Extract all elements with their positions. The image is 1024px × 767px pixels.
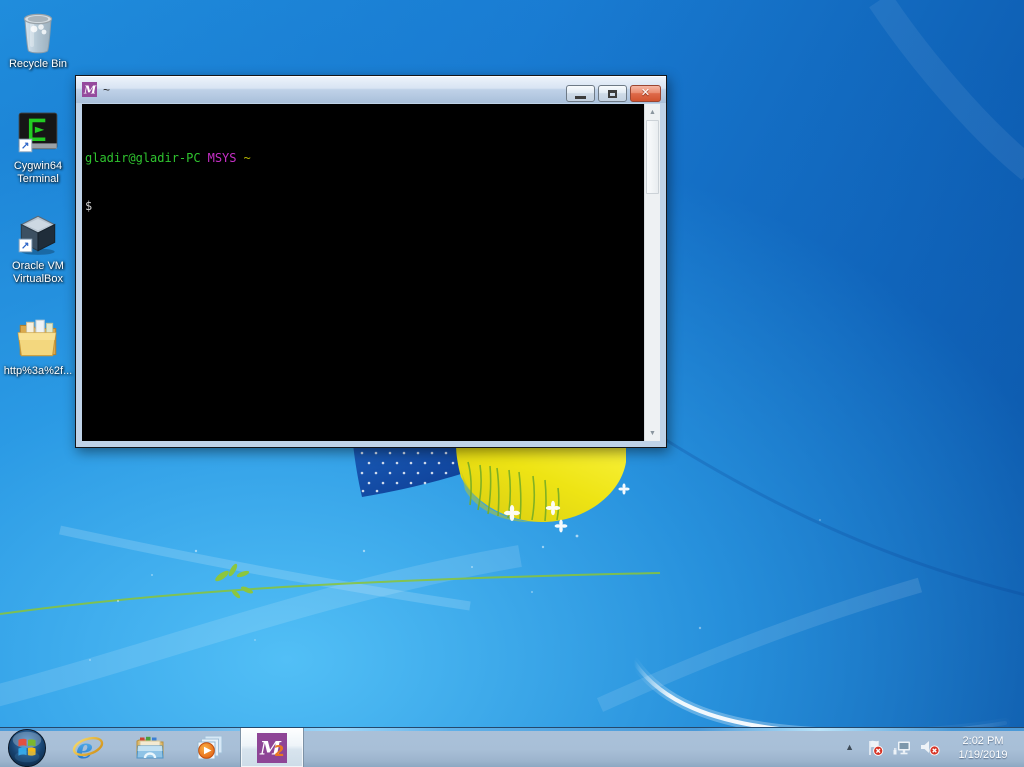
- svg-text:↗: ↗: [21, 141, 30, 153]
- internet-explorer-icon: e: [72, 734, 104, 763]
- taskbar-internet-explorer-button[interactable]: e: [66, 728, 110, 767]
- show-hidden-icons-button[interactable]: ▲: [841, 740, 858, 755]
- svg-text:↗: ↗: [21, 241, 30, 253]
- desktop-icon-label: Oracle VM: [12, 260, 64, 272]
- terminal-prompt-line: gladir@gladir-PC MSYS ~: [85, 150, 642, 166]
- system-tray: ▲ 2:02 PM 1/19/2019: [841, 728, 1018, 767]
- volume-button[interactable]: [919, 739, 940, 756]
- terminal-scrollbar[interactable]: ▲ ▼: [644, 104, 660, 441]
- virtualbox-icon: ↗: [14, 210, 62, 258]
- maximize-button[interactable]: [598, 85, 627, 102]
- windows-logo-icon: [7, 728, 47, 767]
- desktop: Recycle Bin ↗ Cygwin64 Terminal ↗ Oracle…: [0, 0, 1024, 767]
- msys2-icon: M 2: [257, 732, 287, 763]
- minimize-button[interactable]: [566, 85, 595, 102]
- network-icon: [893, 741, 910, 755]
- desktop-icon-label: Cygwin64: [13, 160, 63, 172]
- scrollbar-thumb[interactable]: [646, 120, 659, 194]
- desktop-icon-recycle-bin[interactable]: Recycle Bin: [0, 6, 76, 71]
- desktop-icon-label: Recycle Bin: [8, 58, 68, 70]
- tray-date: 1/19/2019: [958, 748, 1008, 761]
- svg-text:M: M: [83, 84, 97, 97]
- action-center-button[interactable]: [866, 739, 884, 756]
- taskbar-msys2-button[interactable]: M 2: [240, 728, 304, 767]
- prompt-symbol: $: [85, 199, 93, 213]
- taskbar-media-player-button[interactable]: [188, 728, 232, 767]
- scroll-up-button[interactable]: ▲: [645, 104, 660, 120]
- scroll-down-button[interactable]: ▼: [645, 425, 660, 441]
- maximize-icon: [608, 89, 617, 98]
- action-center-flag-icon: [869, 740, 884, 756]
- scroll-down-icon: ▼: [649, 429, 656, 437]
- prompt-user: gladir@gladir-PC: [85, 151, 201, 165]
- chevron-up-icon: ▲: [845, 742, 854, 752]
- close-button[interactable]: ✕: [630, 85, 661, 102]
- terminal-client-area: gladir@gladir-PC MSYS ~ $ ▲ ▼: [82, 104, 660, 441]
- taskbar: e M 2 ▲ 2:02 PM 1/19/2019: [0, 727, 1024, 767]
- media-player-icon: [197, 735, 223, 760]
- prompt-system: MSYS: [207, 151, 237, 165]
- close-icon: ✕: [640, 87, 651, 99]
- start-button[interactable]: [2, 728, 52, 767]
- tray-time: 2:02 PM: [962, 734, 1004, 747]
- desktop-icon-label: Terminal: [17, 173, 59, 185]
- msys-terminal-window: M ~ ✕ gladir@gladir-PC MSYS ~ $ ▲ ▼: [75, 75, 667, 448]
- clock[interactable]: 2:02 PM 1/19/2019: [948, 734, 1018, 762]
- svg-text:2: 2: [274, 742, 284, 760]
- cygwin-terminal-icon: ↗: [14, 110, 62, 158]
- window-title: ~: [103, 82, 111, 97]
- desktop-icon-cygwin64-terminal[interactable]: ↗ Cygwin64 Terminal: [0, 110, 76, 186]
- recycle-bin-icon: [14, 6, 62, 56]
- terminal-input-line: $: [85, 198, 642, 214]
- taskbar-windows-explorer-button[interactable]: [128, 728, 172, 767]
- scroll-up-icon: ▲: [649, 108, 656, 116]
- folder-icon: [14, 315, 62, 363]
- network-button[interactable]: [892, 739, 911, 756]
- minimize-icon: [575, 95, 586, 99]
- terminal-output[interactable]: gladir@gladir-PC MSYS ~ $: [85, 118, 642, 246]
- desktop-icon-http-folder[interactable]: http%3a%2f...: [0, 315, 76, 378]
- volume-muted-icon: [921, 741, 940, 756]
- desktop-icon-label: http%3a%2f...: [3, 365, 73, 377]
- desktop-icon-oracle-vm-virtualbox[interactable]: ↗ Oracle VM VirtualBox: [0, 210, 76, 286]
- msys-window-icon: M: [82, 82, 97, 97]
- window-controls: ✕: [563, 85, 661, 102]
- prompt-path: ~: [243, 151, 251, 165]
- window-titlebar[interactable]: M ~ ✕: [76, 76, 666, 103]
- desktop-icon-label: VirtualBox: [13, 273, 63, 285]
- windows-explorer-icon: [136, 736, 164, 759]
